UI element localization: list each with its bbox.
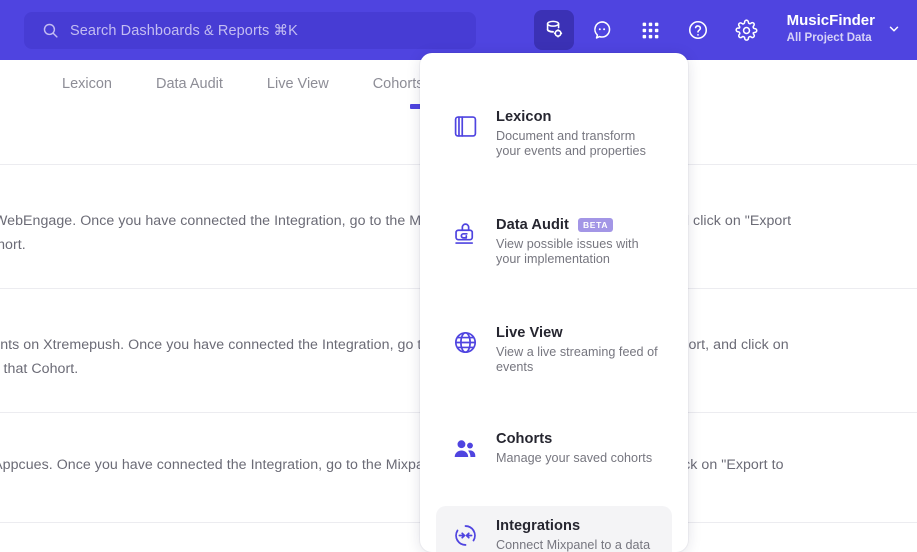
apps-grid-icon-button[interactable] bbox=[630, 10, 670, 50]
menu-item-body: Lexicon Document and transform your even… bbox=[496, 109, 658, 159]
menu-item-title-row: Cohorts bbox=[496, 431, 658, 447]
menu-item-body: Live View View a live streaming feed of … bbox=[496, 325, 658, 375]
data-management-icon-button[interactable] bbox=[534, 10, 574, 50]
project-switcher[interactable]: MusicFinder All Project Data bbox=[781, 10, 907, 47]
search-placeholder-text: Search Dashboards & Reports ⌘K bbox=[70, 22, 298, 39]
data-management-icon bbox=[546, 20, 563, 38]
integrations-arrows-icon bbox=[450, 520, 480, 550]
menu-item-title-row: Data Audit BETA bbox=[496, 217, 658, 233]
menu-item-description: View possible issues with your implement… bbox=[496, 237, 639, 266]
project-labels: MusicFinder All Project Data bbox=[787, 12, 875, 45]
chat-bubble-icon-button[interactable] bbox=[582, 10, 622, 50]
project-name: MusicFinder bbox=[786, 12, 875, 29]
search-icon bbox=[43, 23, 58, 38]
menu-item-title-row: Lexicon bbox=[496, 109, 658, 125]
project-subtitle: All Project Data bbox=[786, 31, 872, 44]
menu-item-integrations[interactable]: Integrations Connect Mixpanel to a data … bbox=[436, 506, 672, 552]
menu-item-lexicon[interactable]: Lexicon Document and transform your even… bbox=[436, 97, 672, 173]
menu-item-title: Cohorts bbox=[496, 431, 553, 447]
menu-item-description: Manage your saved cohorts bbox=[496, 451, 653, 465]
people-icon bbox=[450, 433, 480, 463]
menu-item-cohorts[interactable]: Cohorts Manage your saved cohorts bbox=[436, 419, 672, 480]
help-circle-icon bbox=[688, 20, 708, 40]
menu-item-body: Integrations Connect Mixpanel to a data … bbox=[496, 518, 658, 552]
tab-live-view[interactable]: Live View bbox=[245, 60, 351, 108]
globe-icon bbox=[450, 327, 480, 357]
gear-icon bbox=[734, 18, 757, 41]
menu-item-title: Live View bbox=[496, 325, 563, 341]
app-header: Search Dashboards & Reports ⌘K MusicFind… bbox=[0, 0, 917, 60]
menu-item-body: Data Audit BETA View possible issues wit… bbox=[496, 217, 658, 267]
beta-badge: BETA bbox=[577, 218, 614, 232]
apps-grid-icon bbox=[642, 22, 658, 38]
menu-item-description: View a live streaming feed of events bbox=[496, 345, 658, 374]
tab-data-audit[interactable]: Data Audit bbox=[134, 60, 245, 108]
menu-item-description: Connect Mixpanel to a data pipeline or c… bbox=[496, 538, 651, 552]
chevron-down-icon bbox=[889, 26, 899, 32]
menu-item-data-audit[interactable]: Data Audit BETA View possible issues wit… bbox=[436, 205, 672, 281]
nav-dropdown-panel: Lexicon Document and transform your even… bbox=[420, 53, 688, 552]
menu-item-title-row: Integrations bbox=[496, 518, 658, 534]
book-icon bbox=[450, 111, 480, 141]
menu-item-description: Document and transform your events and p… bbox=[496, 129, 646, 158]
menu-item-title: Data Audit bbox=[496, 217, 569, 233]
menu-item-title: Lexicon bbox=[496, 109, 552, 125]
chat-bubble-icon bbox=[594, 21, 611, 39]
menu-item-title: Integrations bbox=[496, 518, 581, 534]
menu-item-title-row: Live View bbox=[496, 325, 658, 341]
menu-item-live-view[interactable]: Live View View a live streaming feed of … bbox=[436, 313, 672, 389]
search-input[interactable]: Search Dashboards & Reports ⌘K bbox=[24, 12, 476, 49]
magnifier-stamp-icon bbox=[450, 219, 480, 249]
help-circle-icon-button[interactable] bbox=[678, 10, 718, 50]
tab-lexicon[interactable]: Lexicon bbox=[40, 60, 134, 108]
header-icon-group bbox=[534, 10, 766, 50]
gear-icon-button[interactable] bbox=[726, 10, 766, 50]
menu-item-body: Cohorts Manage your saved cohorts bbox=[496, 431, 658, 466]
